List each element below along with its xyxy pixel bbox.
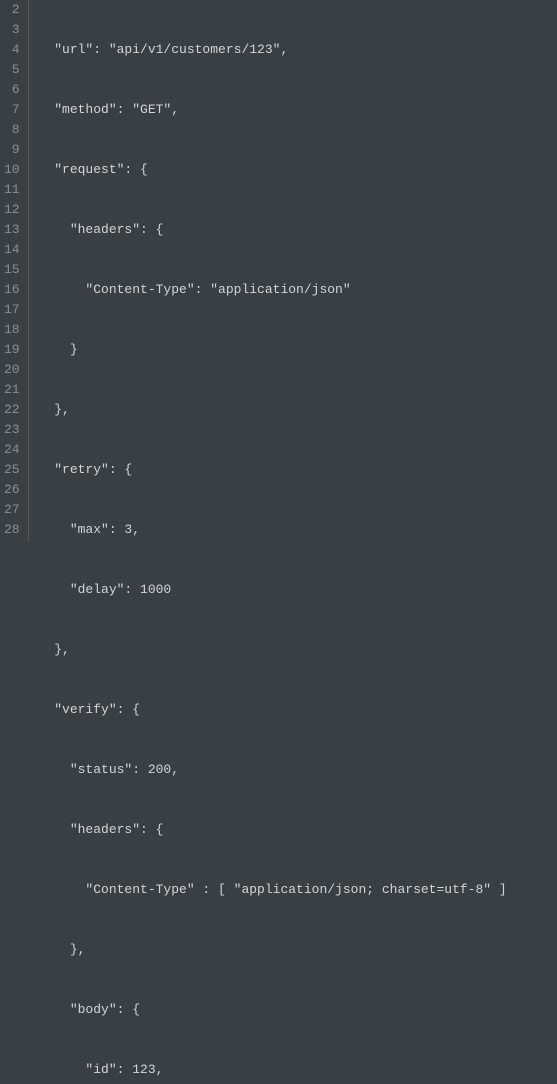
line-number: 7 — [4, 100, 20, 120]
code-line[interactable]: }, — [39, 400, 507, 420]
line-number: 2 — [4, 0, 20, 20]
code-line[interactable]: "retry": { — [39, 460, 507, 480]
line-number: 8 — [4, 120, 20, 140]
line-number: 18 — [4, 320, 20, 340]
line-number: 11 — [4, 180, 20, 200]
line-number: 6 — [4, 80, 20, 100]
line-number: 12 — [4, 200, 20, 220]
code-line[interactable]: "delay": 1000 — [39, 580, 507, 600]
code-line[interactable]: "body": { — [39, 1000, 507, 1020]
code-line[interactable]: "id": 123, — [39, 1060, 507, 1080]
line-number: 9 — [4, 140, 20, 160]
code-line[interactable]: } — [39, 340, 507, 360]
code-line[interactable]: "headers": { — [39, 220, 507, 240]
line-number: 21 — [4, 380, 20, 400]
code-line[interactable]: "max": 3, — [39, 520, 507, 540]
line-number: 26 — [4, 480, 20, 500]
code-line[interactable]: "status": 200, — [39, 760, 507, 780]
line-number: 25 — [4, 460, 20, 480]
line-number: 15 — [4, 260, 20, 280]
line-number: 28 — [4, 520, 20, 540]
code-line[interactable]: "request": { — [39, 160, 507, 180]
line-number: 5 — [4, 60, 20, 80]
code-line[interactable]: "Content-Type" : [ "application/json; ch… — [39, 880, 507, 900]
line-number: 14 — [4, 240, 20, 260]
line-number: 27 — [4, 500, 20, 520]
code-editor[interactable]: 2 3 4 5 6 7 8 9 10 11 12 13 14 15 16 17 … — [0, 0, 557, 542]
code-line[interactable]: }, — [39, 640, 507, 660]
line-number-gutter: 2 3 4 5 6 7 8 9 10 11 12 13 14 15 16 17 … — [0, 0, 29, 542]
line-number: 16 — [4, 280, 20, 300]
line-number: 10 — [4, 160, 20, 180]
line-number: 13 — [4, 220, 20, 240]
code-content[interactable]: "url": "api/v1/customers/123", "method":… — [29, 0, 507, 542]
line-number: 24 — [4, 440, 20, 460]
code-line[interactable]: "headers": { — [39, 820, 507, 840]
line-number: 17 — [4, 300, 20, 320]
line-number: 4 — [4, 40, 20, 60]
line-number: 22 — [4, 400, 20, 420]
code-line[interactable]: "url": "api/v1/customers/123", — [39, 40, 507, 60]
code-line[interactable]: }, — [39, 940, 507, 960]
code-line[interactable]: "Content-Type": "application/json" — [39, 280, 507, 300]
code-line[interactable]: "method": "GET", — [39, 100, 507, 120]
line-number: 20 — [4, 360, 20, 380]
line-number: 3 — [4, 20, 20, 40]
code-line[interactable]: "verify": { — [39, 700, 507, 720]
line-number: 23 — [4, 420, 20, 440]
line-number: 19 — [4, 340, 20, 360]
